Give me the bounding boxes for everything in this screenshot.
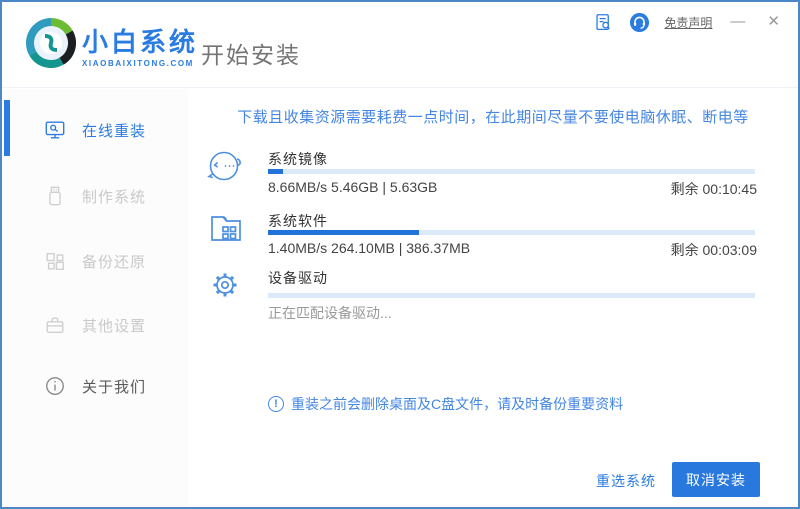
- page-title: 开始安装: [201, 42, 301, 68]
- app-logo-icon: [26, 18, 76, 68]
- progress-fill: [268, 230, 419, 235]
- progress-fill: [268, 169, 283, 174]
- cancel-install-button[interactable]: 取消安装: [672, 462, 760, 497]
- folder-software-icon: [208, 209, 244, 245]
- toolbox-icon: [44, 314, 66, 336]
- close-button[interactable]: ✕: [763, 11, 784, 33]
- reselect-system-link[interactable]: 重选系统: [596, 471, 656, 491]
- progress-bar-system-image: [268, 169, 755, 174]
- task-title-system-software: 系统软件: [268, 213, 328, 229]
- mascot-face-icon: [204, 147, 246, 183]
- sidebar-item-label: 制作系统: [82, 188, 147, 206]
- gear-driver-icon: [206, 266, 244, 304]
- task-title-device-driver: 设备驱动: [268, 270, 328, 286]
- app-logo-text: 小白系统 XIAOBAIXITONG.COM: [82, 29, 198, 68]
- app-subtitle: XIAOBAIXITONG.COM: [82, 59, 194, 68]
- info-circle-icon: [44, 375, 66, 397]
- task-stats-row: 8.66MB/s 5.46GB | 5.63GB 剩余 00:10:45: [268, 179, 757, 199]
- backup-note: ! 重装之前会删除桌面及C盘文件，请及时备份重要资料: [268, 394, 623, 414]
- usb-drive-icon: [44, 185, 66, 207]
- task-time-remaining: 剩余 00:03:09: [670, 242, 757, 258]
- sidebar-item-other-settings[interactable]: 其他设置: [2, 297, 188, 353]
- disclaimer-link[interactable]: 免责声明: [664, 14, 712, 31]
- progress-bar-system-software: [268, 230, 755, 235]
- sidebar-item-label: 其他设置: [82, 317, 147, 335]
- download-warning-text: 下载且收集资源需要耗费一点时间，在此期间尽量不要使电脑休眠、断电等: [237, 109, 749, 126]
- minimize-button[interactable]: —: [726, 11, 749, 33]
- disclaimer-doc-icon[interactable]: [592, 11, 614, 33]
- task-speed-stats: 8.66MB/s 5.46GB | 5.63GB: [268, 179, 438, 195]
- task-title-system-image: 系统镜像: [268, 151, 328, 167]
- sidebar-item-about-us[interactable]: 关于我们: [2, 358, 188, 414]
- exclamation-circle-icon: !: [268, 396, 284, 412]
- sidebar-item-label: 备份还原: [82, 253, 147, 271]
- sidebar-item-label: 关于我们: [82, 378, 147, 396]
- backup-blocks-icon: [44, 250, 66, 272]
- header-actions: 免责声明 — ✕: [592, 10, 784, 34]
- sidebar: 在线重装 制作系统 备份还原 其他设置 关于我们: [2, 89, 188, 507]
- header: 小白系统 XIAOBAIXITONG.COM 开始安装 免责声明 — ✕: [2, 2, 798, 88]
- progress-bar-device-driver: [268, 293, 755, 298]
- app-window: 小白系统 XIAOBAIXITONG.COM 开始安装 免责声明 — ✕ 在线重…: [0, 0, 800, 509]
- driver-matching-status: 正在匹配设备驱动...: [268, 305, 392, 321]
- app-title: 小白系统: [82, 27, 199, 57]
- sidebar-item-online-reinstall[interactable]: 在线重装: [2, 102, 188, 158]
- monitor-reinstall-icon: [44, 119, 66, 141]
- sidebar-item-backup-restore[interactable]: 备份还原: [2, 233, 188, 289]
- task-stats-row: 1.40MB/s 264.10MB | 386.37MB 剩余 00:03:09: [268, 240, 757, 260]
- support-headset-icon[interactable]: [628, 11, 650, 33]
- task-speed-stats: 1.40MB/s 264.10MB | 386.37MB: [268, 240, 471, 256]
- sidebar-item-make-system[interactable]: 制作系统: [2, 168, 188, 224]
- sidebar-item-label: 在线重装: [82, 122, 147, 140]
- backup-note-text: 重装之前会删除桌面及C盘文件，请及时备份重要资料: [291, 396, 624, 412]
- task-time-remaining: 剩余 00:10:45: [670, 181, 757, 197]
